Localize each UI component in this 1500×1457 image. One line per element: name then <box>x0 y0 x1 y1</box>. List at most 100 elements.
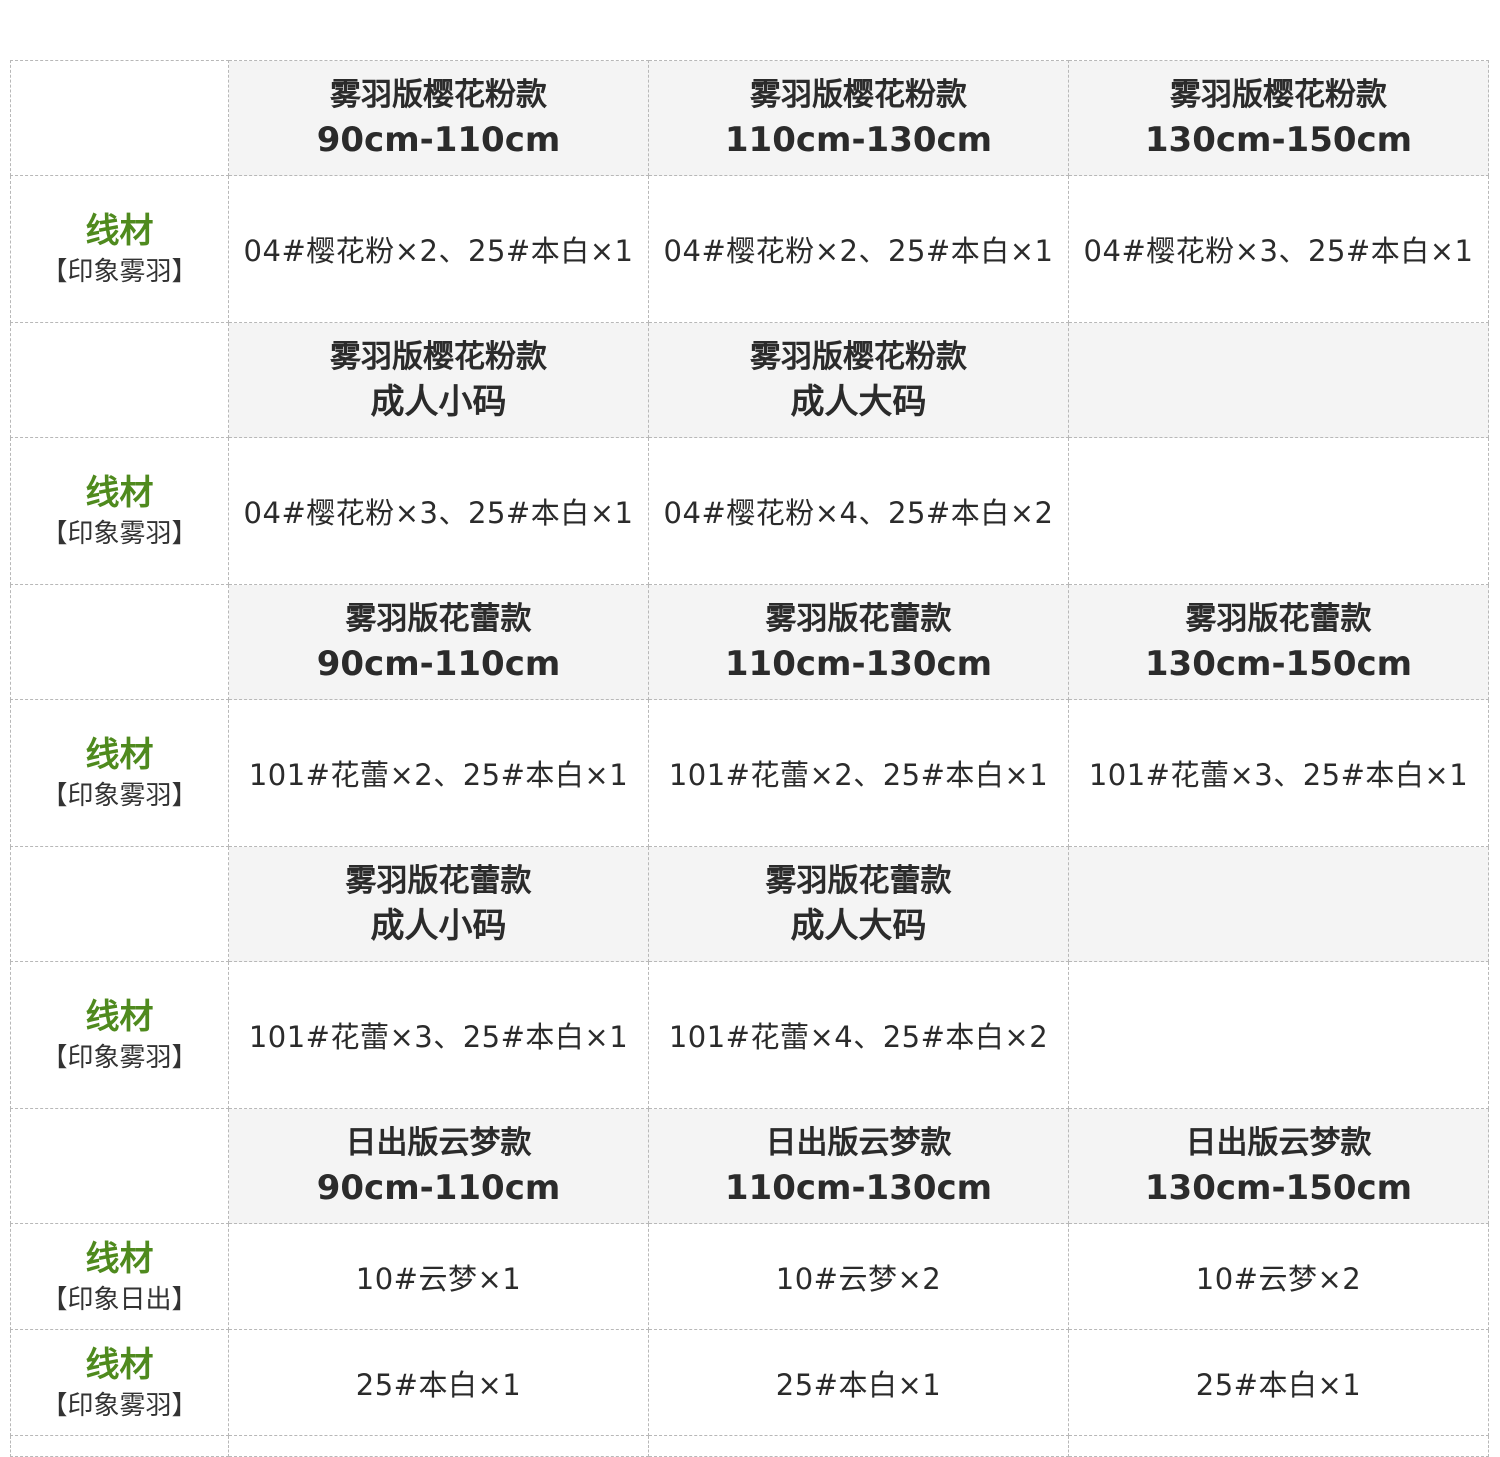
partial-cell <box>10 1435 229 1457</box>
empty-corner-cell <box>10 322 229 438</box>
size-range: 130cm-150cm <box>1144 644 1413 684</box>
material-value-cell: 10#云梦×1 <box>228 1223 649 1330</box>
style-name: 雾羽版花蕾款 <box>765 601 952 637</box>
size-header-cell: 雾羽版花蕾款 90cm-110cm <box>228 584 649 700</box>
size-range: 110cm-130cm <box>724 1168 993 1208</box>
style-name: 雾羽版樱花粉款 <box>750 339 967 375</box>
size-range: 成人小码 <box>370 906 507 946</box>
yarn-series-label: 【印象雾羽】 <box>41 519 198 549</box>
size-header-cell: 雾羽版樱花粉款成人小码 <box>228 322 649 438</box>
yarn-series-label: 【印象雾羽】 <box>41 1043 198 1073</box>
material-label: 线材 <box>85 997 154 1037</box>
material-row: 线材 【印象雾羽】 04#樱花粉×3、25#本白×1 04#樱花粉×4、25#本白×2 <box>10 437 1489 585</box>
empty-corner-cell <box>10 846 229 962</box>
style-name: 日出版云梦款 <box>1185 1125 1372 1161</box>
size-header-cell: 雾羽版樱花粉款成人大码 <box>648 322 1069 438</box>
material-value-cell: 25#本白×1 <box>1068 1329 1489 1436</box>
material-value-cell: 101#花蕾×3、25#本白×1 <box>228 961 649 1109</box>
size-header-cell: 雾羽版花蕾款成人大码 <box>648 846 1069 962</box>
size-range: 成人大码 <box>790 906 927 946</box>
material-label-cell: 线材 【印象雾羽】 <box>10 699 229 847</box>
material-value-cell: 10#云梦×2 <box>1068 1223 1489 1330</box>
style-name: 雾羽版樱花粉款 <box>750 77 967 113</box>
material-value-cell: 04#樱花粉×3、25#本白×1 <box>228 437 649 585</box>
material-label-cell: 线材 【印象日出】 <box>10 1223 229 1330</box>
empty-corner-cell <box>10 60 229 176</box>
material-value-cell: 10#云梦×2 <box>648 1223 1069 1330</box>
style-name: 雾羽版花蕾款 <box>1185 601 1372 637</box>
material-value-cell: 101#花蕾×3、25#本白×1 <box>1068 699 1489 847</box>
style-name: 雾羽版樱花粉款 <box>330 77 547 113</box>
material-row: 线材 【印象日出】 10#云梦×1 10#云梦×2 10#云梦×2 <box>10 1223 1489 1330</box>
empty-corner-cell <box>10 1108 229 1224</box>
material-value-cell: 04#樱花粉×2、25#本白×1 <box>648 175 1069 323</box>
partial-cell <box>1068 1435 1489 1457</box>
material-row: 线材 【印象雾羽】 04#樱花粉×2、25#本白×1 04#樱花粉×2、25#本白×1… <box>10 175 1489 323</box>
material-value-cell <box>1068 961 1489 1109</box>
material-label-cell: 线材 【印象雾羽】 <box>10 437 229 585</box>
size-header-cell: 雾羽版花蕾款成人小码 <box>228 846 649 962</box>
size-header-cell <box>1068 846 1489 962</box>
material-row: 线材 【印象雾羽】 101#花蕾×3、25#本白×1 101#花蕾×4、25#本白×2 <box>10 961 1489 1109</box>
material-value-cell: 04#樱花粉×3、25#本白×1 <box>1068 175 1489 323</box>
material-row: 线材 【印象雾羽】 25#本白×1 25#本白×1 25#本白×1 <box>10 1329 1489 1436</box>
size-header-cell: 日出版云梦款 130cm-150cm <box>1068 1108 1489 1224</box>
size-header-cell: 日出版云梦款 90cm-110cm <box>228 1108 649 1224</box>
size-header-row: 雾羽版花蕾款 成人小码 雾羽版花蕾款 成人大码 <box>10 846 1489 962</box>
size-header-cell: 日出版云梦款 110cm-130cm <box>648 1108 1069 1224</box>
size-range: 130cm-150cm <box>1144 1168 1413 1208</box>
partial-cell <box>648 1435 1069 1457</box>
material-label: 线材 <box>85 1344 154 1385</box>
size-header-row: 雾羽版樱花粉款 成人小码 雾羽版樱花粉款 成人大码 <box>10 322 1489 438</box>
size-range: 成人大码 <box>790 382 927 422</box>
size-range: 110cm-130cm <box>724 120 993 160</box>
size-range: 130cm-150cm <box>1144 120 1413 160</box>
size-range: 90cm-110cm <box>316 120 561 160</box>
material-row: 线材 【印象雾羽】 101#花蕾×2、25#本白×1 101#花蕾×2、25#本白×1… <box>10 699 1489 847</box>
yarn-series-label: 【印象雾羽】 <box>41 1390 198 1421</box>
yarn-material-table: 雾羽版樱花粉款 90cm-110cm 雾羽版樱花粉款 110cm-130cm 雾羽版樱花… <box>10 60 1489 1457</box>
size-header-row: 日出版云梦款 90cm-110cm 日出版云梦款 110cm-130cm 日出版云梦款 1… <box>10 1108 1489 1224</box>
material-value-cell: 101#花蕾×2、25#本白×1 <box>228 699 649 847</box>
size-header-cell: 雾羽版樱花粉款 90cm-110cm <box>228 60 649 176</box>
material-label: 线材 <box>85 211 154 251</box>
size-header-cell: 雾羽版花蕾款 110cm-130cm <box>648 584 1069 700</box>
size-range: 90cm-110cm <box>316 644 561 684</box>
material-label: 线材 <box>85 735 154 775</box>
yarn-table-body: 雾羽版樱花粉款 90cm-110cm 雾羽版樱花粉款 110cm-130cm 雾羽版樱花… <box>10 60 1489 1457</box>
material-label-cell: 线材 【印象雾羽】 <box>10 1329 229 1436</box>
material-label-cell: 线材 【印象雾羽】 <box>10 175 229 323</box>
material-label: 线材 <box>85 473 154 513</box>
material-value-cell: 25#本白×1 <box>648 1329 1069 1436</box>
style-name: 雾羽版花蕾款 <box>345 863 532 899</box>
size-range: 110cm-130cm <box>724 644 993 684</box>
style-name: 雾羽版樱花粉款 <box>330 339 547 375</box>
size-header-cell: 雾羽版樱花粉款 110cm-130cm <box>648 60 1069 176</box>
material-value-cell: 04#樱花粉×4、25#本白×2 <box>648 437 1069 585</box>
size-header-cell: 雾羽版樱花粉款 130cm-150cm <box>1068 60 1489 176</box>
yarn-series-label: 【印象雾羽】 <box>41 781 198 811</box>
yarn-series-label: 【印象日出】 <box>41 1284 198 1315</box>
size-range: 90cm-110cm <box>316 1168 561 1208</box>
next-row-partial <box>10 1435 1489 1457</box>
material-value-cell <box>1068 437 1489 585</box>
style-name: 日出版云梦款 <box>345 1125 532 1161</box>
size-range: 成人小码 <box>370 382 507 422</box>
style-name: 雾羽版花蕾款 <box>345 601 532 637</box>
size-header-row: 雾羽版花蕾款 90cm-110cm 雾羽版花蕾款 110cm-130cm 雾羽版花蕾款 1… <box>10 584 1489 700</box>
yarn-series-label: 【印象雾羽】 <box>41 257 198 287</box>
material-value-cell: 101#花蕾×4、25#本白×2 <box>648 961 1069 1109</box>
partial-cell <box>228 1435 649 1457</box>
material-value-cell: 04#樱花粉×2、25#本白×1 <box>228 175 649 323</box>
size-header-cell: 雾羽版花蕾款 130cm-150cm <box>1068 584 1489 700</box>
material-label-cell: 线材 【印象雾羽】 <box>10 961 229 1109</box>
material-value-cell: 25#本白×1 <box>228 1329 649 1436</box>
empty-corner-cell <box>10 584 229 700</box>
style-name: 日出版云梦款 <box>765 1125 952 1161</box>
style-name: 雾羽版樱花粉款 <box>1170 77 1387 113</box>
material-value-cell: 101#花蕾×2、25#本白×1 <box>648 699 1069 847</box>
style-name: 雾羽版花蕾款 <box>765 863 952 899</box>
size-header-cell <box>1068 322 1489 438</box>
material-label: 线材 <box>85 1238 154 1279</box>
size-header-row: 雾羽版樱花粉款 90cm-110cm 雾羽版樱花粉款 110cm-130cm 雾羽版樱花… <box>10 60 1489 176</box>
